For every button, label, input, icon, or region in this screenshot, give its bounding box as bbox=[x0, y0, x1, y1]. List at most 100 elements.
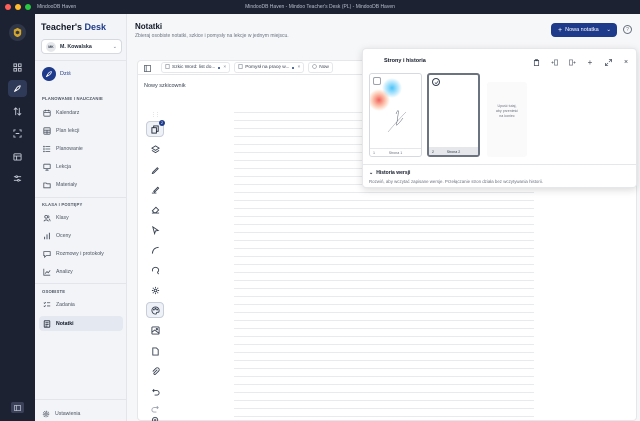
tab-list-icon[interactable] bbox=[144, 59, 151, 77]
close-icon[interactable]: × bbox=[297, 65, 300, 70]
calendar-grid-icon bbox=[13, 153, 22, 161]
sidebar-item-grades[interactable]: Oceny bbox=[39, 228, 123, 243]
arrows-icon bbox=[13, 107, 22, 116]
lasso-tool-button[interactable] bbox=[146, 262, 164, 278]
icon-rail bbox=[0, 14, 35, 421]
page-label-1: 1 Strona 1 bbox=[370, 148, 421, 156]
sidebar-item-tasks[interactable]: Zadania bbox=[39, 297, 123, 312]
sidebar-item-classes[interactable]: Klasy bbox=[39, 210, 123, 225]
unsaved-dot bbox=[292, 66, 295, 69]
sidebar-item-label: Kalendarz bbox=[56, 109, 80, 116]
sidebar-item-conversations[interactable]: Rozmowy i protokoły bbox=[39, 246, 123, 261]
new-note-label: Nowa notatka bbox=[565, 27, 599, 33]
grid-icon bbox=[13, 63, 22, 72]
user-switcher[interactable]: MK M. Kowalska ⌄ bbox=[41, 39, 122, 54]
sidebar-item-today[interactable]: Dziś bbox=[42, 67, 71, 81]
pages-history-panel: Strony i historia + × 1 Strona 1 2 Stron… bbox=[362, 48, 637, 188]
page-number-1: 1 bbox=[373, 150, 375, 155]
sparkle-icon bbox=[151, 286, 159, 294]
sidebar-item-label: Dziś bbox=[60, 71, 71, 77]
close-icon[interactable]: × bbox=[223, 65, 226, 70]
curve-tool-button[interactable] bbox=[146, 242, 164, 258]
undo-button[interactable] bbox=[146, 383, 164, 399]
version-history-hint: Rozwiń, aby wczytać zapisane wersje. Prz… bbox=[369, 179, 543, 184]
zoom-in-button[interactable] bbox=[146, 412, 164, 421]
sidebar-item-lesson[interactable]: Lekcja bbox=[39, 159, 123, 174]
sidebar-item-analytics[interactable]: Analizy bbox=[39, 264, 123, 279]
gear-icon bbox=[42, 405, 50, 421]
insert-page-after-button[interactable] bbox=[563, 56, 581, 68]
color-palette-button[interactable] bbox=[146, 302, 164, 318]
curve-icon bbox=[151, 246, 159, 254]
lasso-icon bbox=[151, 266, 159, 274]
select-tool-button[interactable] bbox=[146, 222, 164, 238]
page-label-2: 2 Strona 2 bbox=[429, 147, 478, 155]
sidebar-item-settings[interactable]: Ustawienia bbox=[42, 405, 80, 421]
pen-tool-button[interactable] bbox=[146, 161, 164, 177]
insert-right-icon bbox=[568, 59, 576, 65]
close-panel-button[interactable]: × bbox=[617, 56, 635, 68]
clipboard-icon bbox=[533, 58, 539, 66]
note-icon bbox=[42, 319, 51, 328]
rail-dashboard-button[interactable] bbox=[8, 59, 27, 76]
folder-icon bbox=[42, 180, 51, 189]
page-select-checkbox[interactable] bbox=[432, 78, 440, 86]
tab-word-draft[interactable]: Szkic Word: list do... × bbox=[161, 62, 231, 73]
add-page-button[interactable]: + bbox=[581, 56, 599, 68]
paste-page-button[interactable] bbox=[527, 56, 545, 68]
sidebar-divider bbox=[35, 60, 127, 61]
rail-transfer-button[interactable] bbox=[8, 103, 27, 120]
schedule-icon bbox=[42, 126, 51, 135]
help-icon[interactable]: ? bbox=[623, 25, 632, 34]
drop-zone[interactable]: Upuść tutaj, aby przenieść na koniec bbox=[487, 82, 527, 157]
expand-icon bbox=[604, 58, 612, 66]
layers-icon bbox=[150, 144, 160, 153]
expand-panel-button[interactable] bbox=[599, 56, 617, 68]
panel-title: Strony i historia bbox=[384, 58, 426, 64]
trend-icon bbox=[42, 267, 51, 276]
rail-panel-toggle-button[interactable] bbox=[11, 402, 24, 413]
laser-tool-button[interactable] bbox=[146, 282, 164, 298]
tab-group-work-idea[interactable]: Pomysł na pracę w... × bbox=[234, 62, 305, 73]
rail-scan-button[interactable] bbox=[8, 125, 27, 142]
page-thumbnail-1[interactable]: 1 Strona 1 bbox=[369, 73, 422, 157]
grip-icon: ⋮⋮ bbox=[151, 112, 160, 118]
sidebar-divider bbox=[35, 283, 127, 284]
sidebar: Teacher's Desk MK M. Kowalska ⌄ Dziś PLA… bbox=[35, 14, 127, 421]
attach-tool-button[interactable] bbox=[146, 363, 164, 379]
new-note-button[interactable]: + Nowa notatka ⌄ bbox=[551, 23, 617, 37]
sidebar-item-calendar[interactable]: Kalendarz bbox=[39, 105, 123, 120]
page-tool-button[interactable] bbox=[146, 343, 164, 359]
users-icon bbox=[42, 213, 51, 222]
layers-tool-button[interactable] bbox=[146, 141, 164, 157]
sidebar-item-label: Notatki bbox=[56, 320, 74, 327]
sidebar-item-materials[interactable]: Materiały bbox=[39, 177, 123, 192]
eraser-tool-button[interactable] bbox=[146, 201, 164, 217]
version-history-toggle[interactable]: ⌄ Historia wersji bbox=[369, 170, 410, 176]
presentation-icon bbox=[42, 162, 51, 171]
rail-settings-sliders-button[interactable] bbox=[8, 170, 27, 187]
insert-page-before-button[interactable] bbox=[545, 56, 563, 68]
chat-icon bbox=[42, 249, 51, 258]
highlighter-tool-button[interactable] bbox=[146, 181, 164, 197]
sidebar-item-notes[interactable]: Notatki bbox=[39, 316, 123, 331]
palette-icon bbox=[150, 305, 160, 315]
check-icon bbox=[434, 80, 438, 84]
zoom-in-icon bbox=[151, 416, 158, 421]
image-tool-button[interactable] bbox=[146, 322, 164, 338]
sidebar-item-planning[interactable]: Planowanie bbox=[39, 141, 123, 156]
page-number-2: 2 bbox=[432, 149, 434, 154]
sidebar-item-schedule[interactable]: Plan lekcji bbox=[39, 123, 123, 138]
page-thumbnail-2[interactable]: 2 Strona 2 bbox=[427, 73, 480, 157]
sidebar-divider bbox=[35, 197, 127, 198]
document-icon bbox=[238, 64, 243, 71]
section-planning: PLANOWANIE I NAUCZANIE bbox=[42, 96, 103, 101]
tab-new-sketchbook[interactable]: Now bbox=[308, 62, 333, 73]
page-select-checkbox[interactable] bbox=[373, 77, 381, 85]
list-icon bbox=[42, 144, 51, 153]
rail-launch-button[interactable] bbox=[8, 80, 27, 97]
pages-count-badge: 2 bbox=[159, 120, 165, 126]
pages-tool-button[interactable]: 2 bbox=[146, 120, 165, 137]
rail-calendar-button[interactable] bbox=[8, 148, 27, 165]
tab-label: Now bbox=[319, 65, 329, 70]
